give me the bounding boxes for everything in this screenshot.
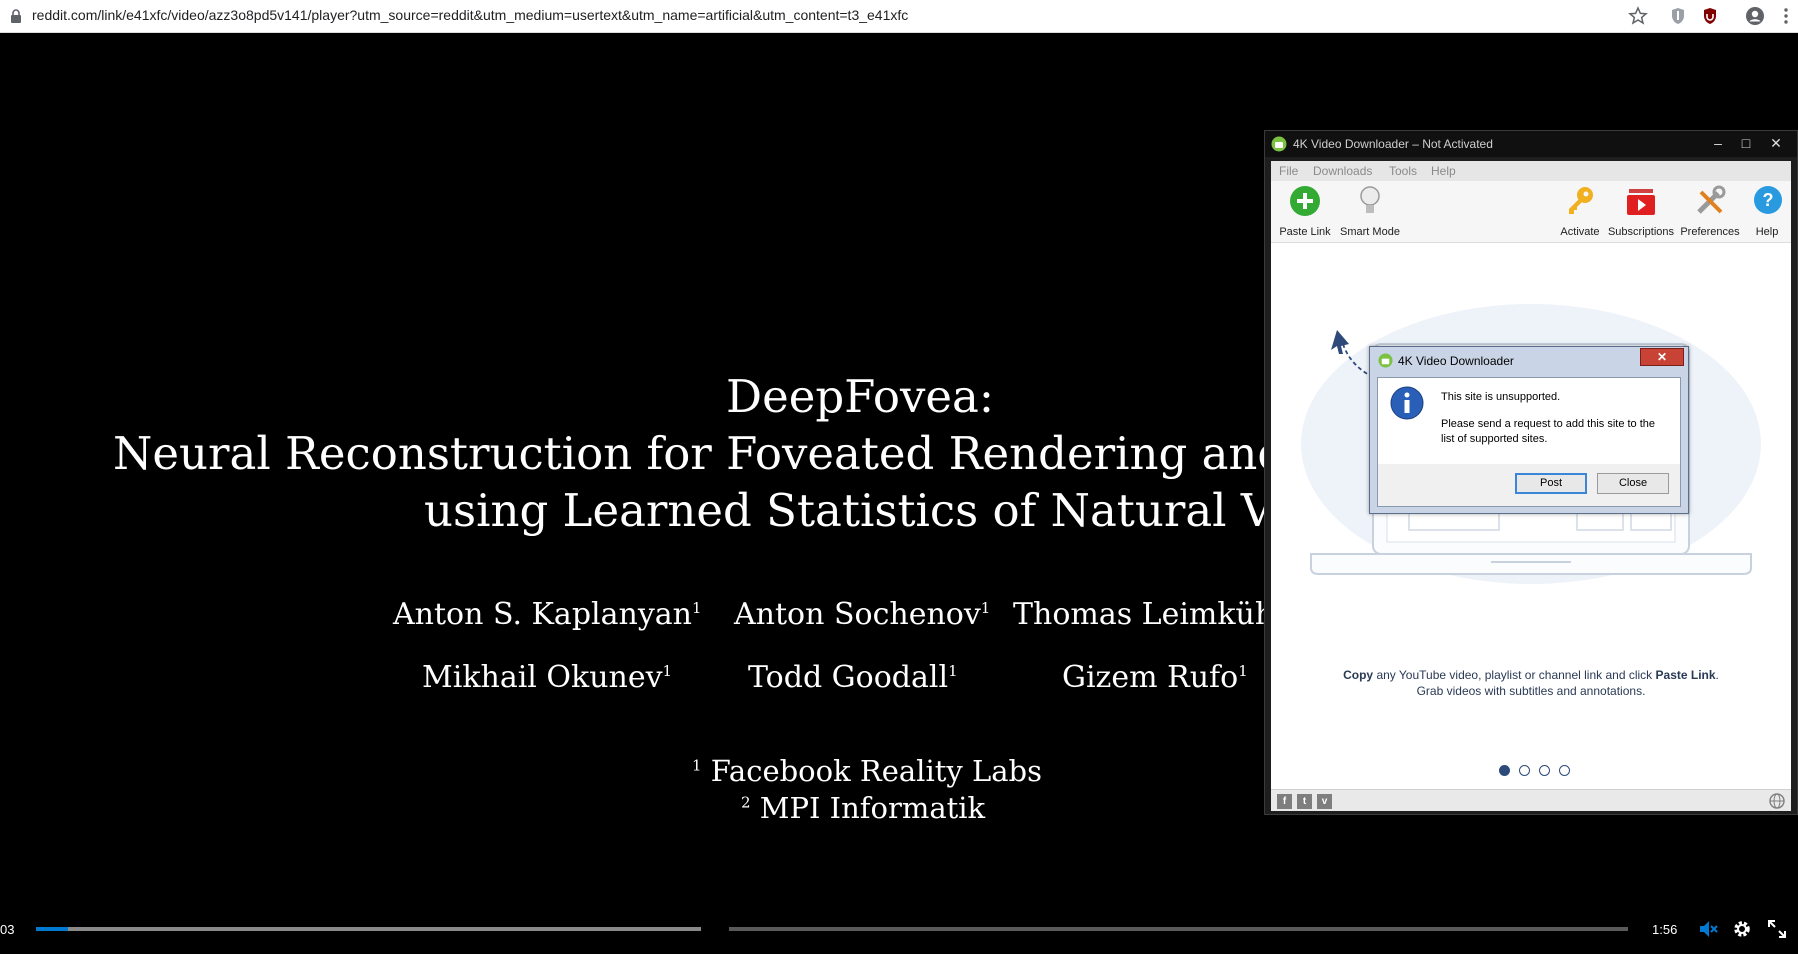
- post-button[interactable]: Post: [1515, 473, 1587, 494]
- dialog-close-icon[interactable]: ✕: [1640, 348, 1684, 366]
- activate-button[interactable]: Activate: [1555, 181, 1605, 243]
- carousel-dot[interactable]: [1559, 765, 1570, 776]
- carousel-dot[interactable]: [1499, 765, 1510, 776]
- buffered-bar: [36, 927, 701, 931]
- mute-icon[interactable]: [1697, 918, 1719, 940]
- slide-title-line2: Neural Reconstruction for Foveated Rende…: [113, 427, 1403, 480]
- ublock-icon[interactable]: [1700, 6, 1720, 26]
- author: Mikhail Okunev1: [422, 660, 673, 695]
- help-icon: ?: [1754, 186, 1782, 214]
- author: Todd Goodall1: [748, 660, 958, 695]
- slide-title-line1: DeepFovea:: [726, 370, 995, 423]
- menu-bar: File Downloads Tools Help: [1271, 161, 1791, 181]
- browser-address-bar: reddit.com/link/e41xfc/video/azz3o8pd5v1…: [0, 0, 1798, 33]
- close-button[interactable]: Close: [1597, 473, 1669, 494]
- carousel-dot[interactable]: [1539, 765, 1550, 776]
- close-icon[interactable]: ✕: [1761, 133, 1791, 153]
- menu-tools[interactable]: Tools: [1389, 164, 1417, 178]
- profile-icon[interactable]: [1745, 6, 1765, 26]
- vimeo-icon[interactable]: v: [1317, 794, 1332, 809]
- dialog-body: This site is unsupported. Please send a …: [1377, 377, 1681, 507]
- slide-title-line3: using Learned Statistics of Natural Vide…: [424, 484, 1393, 537]
- svg-text:?: ?: [1763, 190, 1774, 210]
- globe-icon[interactable]: [1769, 793, 1785, 809]
- info-icon: [1390, 386, 1424, 420]
- welcome-panel: Copy any YouTube video, playlist or chan…: [1271, 244, 1791, 789]
- tools-icon: [1697, 185, 1726, 214]
- settings-gear-icon[interactable]: [1731, 918, 1753, 940]
- app-logo-icon: [1378, 353, 1393, 368]
- dialog-message: This site is unsupported.: [1441, 391, 1561, 403]
- lock-icon: [11, 9, 21, 23]
- window-titlebar[interactable]: 4K Video Downloader – Not Activated – □ …: [1265, 131, 1797, 157]
- subscriptions-button[interactable]: Subscriptions: [1605, 181, 1677, 243]
- carousel-dots: [1499, 765, 1579, 777]
- plus-icon: [1290, 186, 1320, 216]
- browser-menu-icon[interactable]: [1776, 6, 1796, 26]
- extension-shield-icon[interactable]: [1668, 6, 1688, 26]
- url-text[interactable]: reddit.com/link/e41xfc/video/azz3o8pd5v1…: [32, 7, 908, 23]
- menu-file[interactable]: File: [1279, 164, 1298, 178]
- maximize-icon[interactable]: □: [1731, 133, 1761, 153]
- app-logo-icon: [1271, 136, 1287, 152]
- unsupported-site-dialog: 4K Video Downloader ✕ This site is unsup…: [1369, 346, 1689, 514]
- current-time: 03: [0, 922, 15, 937]
- paste-link-button[interactable]: Paste Link: [1275, 181, 1335, 243]
- facebook-icon[interactable]: f: [1277, 794, 1292, 809]
- played-bar: [36, 927, 68, 931]
- author: Gizem Rufo1: [1062, 660, 1248, 695]
- affiliation: 1 Facebook Reality Labs: [692, 754, 1042, 788]
- author: Anton Sochenov1: [734, 597, 991, 632]
- window-title: 4K Video Downloader – Not Activated: [1293, 137, 1493, 151]
- author: Thomas Leimkühle: [1013, 597, 1302, 632]
- dialog-title: 4K Video Downloader: [1398, 354, 1514, 368]
- smart-mode-button[interactable]: Smart Mode: [1335, 181, 1405, 243]
- bookmark-star-icon[interactable]: [1628, 6, 1648, 26]
- hint-line2: Grab videos with subtitles and annotatio…: [1416, 684, 1646, 698]
- menu-downloads[interactable]: Downloads: [1313, 164, 1372, 178]
- fullscreen-icon[interactable]: [1766, 918, 1788, 940]
- minimize-icon[interactable]: –: [1703, 133, 1733, 153]
- subscriptions-icon: [1627, 189, 1655, 215]
- dialog-message-area: This site is unsupported. Please send a …: [1378, 378, 1680, 464]
- menu-help[interactable]: Help: [1431, 164, 1456, 178]
- author: Anton S. Kaplanyan1: [393, 597, 702, 632]
- window-footer: f t v: [1271, 789, 1791, 811]
- help-button[interactable]: ? Help: [1745, 181, 1789, 243]
- toolbar: Paste Link Smart Mode Activate Subscript…: [1271, 181, 1791, 243]
- affiliation: 2 MPI Informatik: [741, 791, 986, 825]
- lightbulb-icon: [1360, 186, 1380, 213]
- dialog-detail: Please send a request to add this site t…: [1441, 418, 1656, 445]
- duration: 1:56: [1652, 922, 1678, 937]
- preferences-button[interactable]: Preferences: [1677, 181, 1743, 243]
- key-icon: [1569, 187, 1593, 214]
- hint-line1: Copy any YouTube video, playlist or chan…: [1343, 668, 1719, 682]
- twitter-icon[interactable]: t: [1297, 794, 1312, 809]
- carousel-dot[interactable]: [1519, 765, 1530, 776]
- progress-bar[interactable]: [36, 927, 1628, 931]
- progress-gap: [701, 927, 729, 931]
